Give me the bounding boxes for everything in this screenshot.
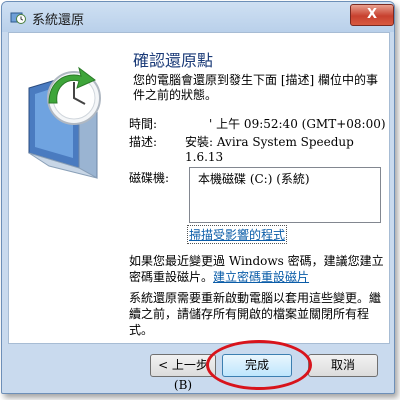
time-label: 時間: <box>129 117 158 131</box>
close-button[interactable]: X <box>350 4 394 26</box>
scan-affected-programs-link[interactable]: 掃描受影響的程式 <box>187 225 288 244</box>
system-restore-window: 系統還原 X 確認還原點 您的電腦會還原到發生下面 [描述] 欄位中的事件之前的… <box>1 1 395 394</box>
description-value: 安裝: Avira System Speedup 1.6.13 <box>185 135 354 164</box>
description-label: 描述: <box>129 135 158 149</box>
red-circle-annotation <box>206 340 312 390</box>
cancel-button[interactable]: 取消 <box>308 354 378 377</box>
drives-label: 磁碟機: <box>129 171 170 185</box>
restart-notice: 系統還原需要重新啟動電腦以套用這些變更。繼續之前，請儲存所有開啟的檔案並關閉所有… <box>129 291 382 337</box>
window-title: 系統還原 <box>32 13 85 28</box>
system-restore-icon <box>10 12 26 24</box>
intro-text: 您的電腦會還原到發生下面 [描述] 欄位中的事件之前的狀態。 <box>133 73 378 102</box>
password-notice: 如果您最近變更過 Windows 密碼，建議您建立密碼重設磁片。建立密碼重設磁片 <box>129 253 385 285</box>
create-password-reset-disk-link[interactable]: 建立密碼重設磁片 <box>213 270 309 284</box>
list-item[interactable]: 本機磁碟 (C:) (系統) <box>198 170 310 187</box>
time-value: ' 上午 09:52:40 (GMT+08:00) <box>209 117 386 131</box>
title-bar: 系統還原 X <box>2 2 394 32</box>
drives-list[interactable]: 本機磁碟 (C:) (系統) <box>189 167 381 223</box>
dialog-content: 確認還原點 您的電腦會還原到發生下面 [描述] 欄位中的事件之前的狀態。 時間:… <box>8 32 390 344</box>
page-heading: 確認還原點 <box>133 51 214 70</box>
system-restore-illustration <box>28 66 101 179</box>
